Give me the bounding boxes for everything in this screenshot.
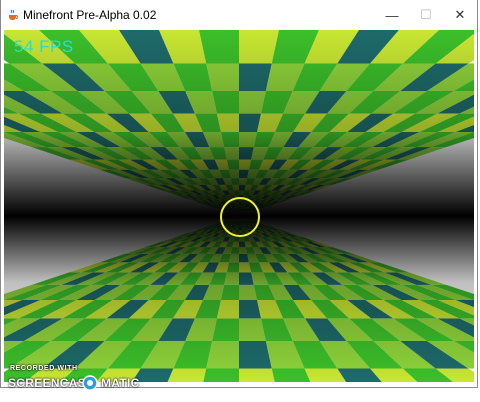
java-cup-icon bbox=[9, 9, 18, 20]
maximize-button[interactable]: ☐ bbox=[409, 0, 443, 30]
close-icon: ✕ bbox=[454, 7, 466, 22]
game-viewport[interactable]: 54 FPS bbox=[4, 30, 474, 382]
fps-counter: 54 FPS bbox=[14, 37, 74, 56]
recording-watermark: RECORDED WITH SCREENCAST MATIC bbox=[8, 364, 148, 394]
ceiling-fog bbox=[4, 30, 474, 216]
floor-fog bbox=[4, 216, 474, 382]
title-bar[interactable]: Minefront Pre-Alpha 0.02 — ☐ ✕ bbox=[1, 0, 477, 30]
watermark-left-text: SCREENCAST bbox=[8, 376, 94, 390]
window-title: Minefront Pre-Alpha 0.02 bbox=[23, 8, 157, 22]
watermark-right-text: MATIC bbox=[101, 376, 140, 390]
watermark-top-text: RECORDED WITH bbox=[10, 365, 78, 372]
screencast-logo-icon bbox=[82, 375, 98, 391]
minimize-button[interactable]: — bbox=[375, 0, 409, 30]
app-window: Minefront Pre-Alpha 0.02 — ☐ ✕ 54 FPS bbox=[0, 0, 478, 388]
maximize-icon: ☐ bbox=[420, 7, 432, 22]
close-button[interactable]: ✕ bbox=[443, 0, 477, 30]
minimize-icon: — bbox=[385, 7, 399, 23]
game-scene bbox=[4, 30, 474, 382]
